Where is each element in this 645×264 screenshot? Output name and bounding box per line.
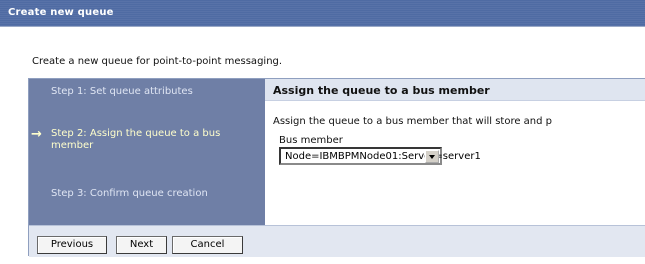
next-button[interactable]: Next <box>116 236 167 254</box>
window-title: Create new queue <box>8 7 114 18</box>
previous-button[interactable]: Previous <box>37 236 107 254</box>
content-description: Assign the queue to a bus member that wi… <box>273 116 553 127</box>
dropdown-button[interactable] <box>425 150 439 163</box>
cancel-button[interactable]: Cancel <box>172 236 243 254</box>
button-bar: Previous Next Cancel <box>29 225 645 257</box>
chevron-down-icon <box>429 155 435 159</box>
wizard-panel: Step 1: Set queue attributes → Step 2: A… <box>28 78 645 257</box>
bus-member-select[interactable]: Node=IBMBPMNode01:Server=server1 <box>279 147 481 165</box>
content-heading: Assign the queue to a bus member <box>273 84 490 97</box>
title-bar: Create new queue <box>0 0 645 27</box>
steps-sidebar: Step 1: Set queue attributes → Step 2: A… <box>29 79 265 225</box>
step-2-label: Step 2: Assign the queue to a bus member <box>51 128 221 151</box>
current-step-arrow-icon: → <box>31 127 42 142</box>
bus-member-value: Node=IBMBPMNode01:Server=server1 <box>285 151 481 162</box>
bus-member-label: Bus member <box>279 135 343 146</box>
step-1-label: Step 1: Set queue attributes <box>51 86 193 97</box>
intro-text: Create a new queue for point-to-point me… <box>32 56 283 67</box>
content-header: Assign the queue to a bus member <box>265 79 645 101</box>
step-3-label: Step 3: Confirm queue creation <box>51 188 208 199</box>
